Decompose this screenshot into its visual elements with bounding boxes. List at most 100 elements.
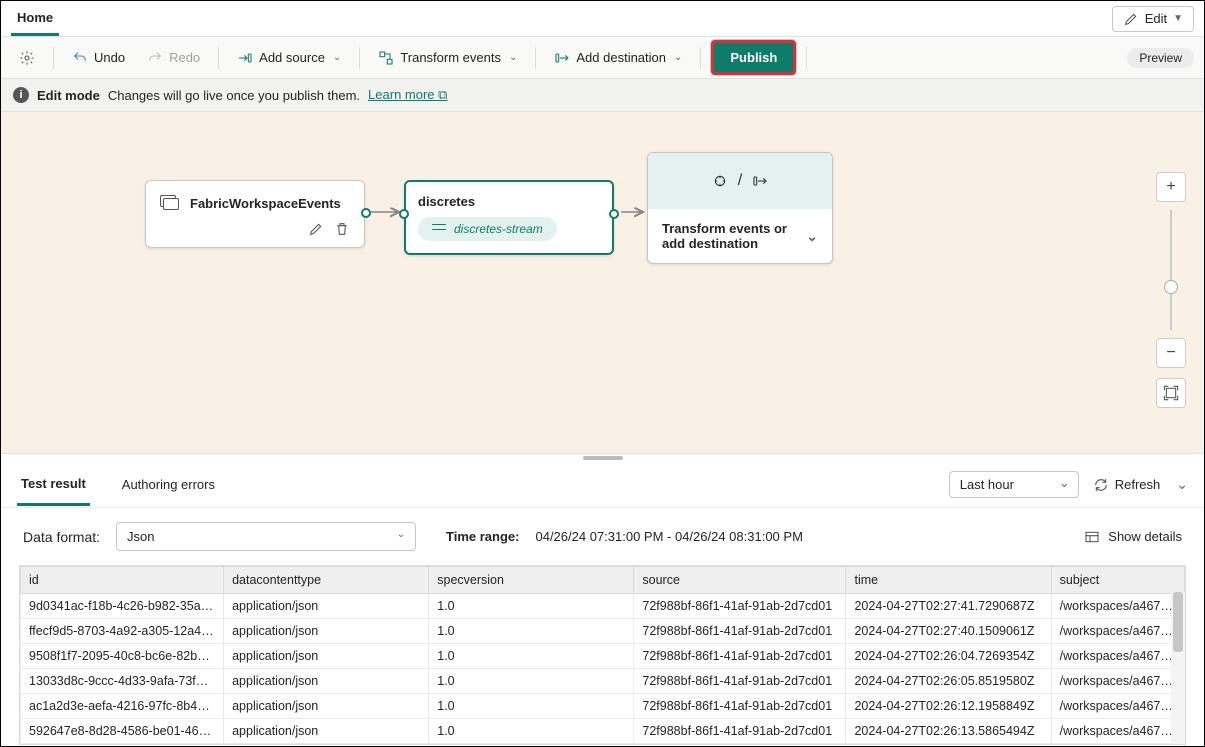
cell-src: 72f988bf-86f1-41af-91ab-2d7cd01	[634, 694, 846, 719]
output-port[interactable]	[361, 208, 371, 218]
data-format-value: Json	[127, 529, 154, 544]
results-grid[interactable]: id datacontenttype specversion source ti…	[19, 565, 1186, 745]
cell-sub: /workspaces/a467253e	[1051, 669, 1184, 694]
pencil-icon[interactable]	[308, 221, 324, 237]
undo-label: Undo	[94, 50, 125, 65]
col-subject[interactable]: subject	[1051, 567, 1184, 594]
col-id[interactable]: id	[21, 567, 224, 594]
cell-sv: 1.0	[429, 619, 634, 644]
output-port[interactable]	[609, 209, 619, 219]
cell-time: 2024-04-27T02:26:04.7269354Z	[846, 644, 1051, 669]
learn-more-link[interactable]: Learn more ⧉	[368, 87, 447, 103]
refresh-button[interactable]: Refresh	[1093, 477, 1161, 493]
table-row[interactable]: 13033d8c-9ccc-4d33-9afa-73f5c95applicati…	[21, 669, 1185, 694]
time-range-dropdown[interactable]: Last hour	[949, 471, 1079, 498]
settings-button[interactable]	[11, 44, 43, 72]
col-src[interactable]: source	[634, 567, 846, 594]
edit-button[interactable]: Edit ▼	[1112, 6, 1194, 32]
tab-test-result[interactable]: Test result	[17, 464, 90, 506]
stream-pill[interactable]: discretes-stream	[418, 217, 557, 241]
node-destination-placeholder[interactable]: / Transform events or add destination ⌄	[647, 152, 833, 264]
grid-scrollbar[interactable]	[1171, 592, 1185, 744]
table-row[interactable]: ac1a2d3e-aefa-4216-97fc-8b43d70applicati…	[21, 694, 1185, 719]
chevron-down-icon: ⌄	[509, 52, 517, 63]
table-row[interactable]: 9508f1f7-2095-40c8-bc6e-82bc942applicati…	[21, 644, 1185, 669]
external-link-icon: ⧉	[438, 87, 447, 102]
add-destination-button[interactable]: Add destination ⌄	[546, 44, 690, 72]
publish-button[interactable]: Publish	[711, 40, 796, 75]
cell-src: 72f988bf-86f1-41af-91ab-2d7cd01	[634, 644, 846, 669]
transform-icon	[378, 50, 394, 66]
trash-icon[interactable]	[334, 221, 350, 237]
cell-sub: /workspaces/a467253e	[1051, 719, 1184, 744]
input-port[interactable]	[399, 209, 409, 219]
cell-dct: application/json	[224, 594, 429, 619]
node-destination-label: Transform events or add destination	[662, 221, 802, 251]
edit-label: Edit	[1145, 11, 1167, 26]
table-row[interactable]: 592647e8-8d28-4586-be01-46df52applicatio…	[21, 719, 1185, 744]
data-format-select[interactable]: Json ⌄	[116, 522, 416, 551]
cell-dct: application/json	[224, 619, 429, 644]
cell-dct: application/json	[224, 694, 429, 719]
design-canvas[interactable]: FabricWorkspaceEvents discretes discrete…	[1, 112, 1204, 454]
add-source-label: Add source	[259, 50, 325, 65]
cell-time: 2024-04-27T02:27:40.1509061Z	[846, 619, 1051, 644]
scrollbar-thumb[interactable]	[1173, 592, 1183, 652]
transform-icon	[712, 173, 728, 189]
table-row[interactable]: 9d0341ac-f18b-4c26-b982-35a1d1fapplicati…	[21, 594, 1185, 619]
zoom-thumb[interactable]	[1164, 280, 1178, 294]
chevron-down-icon: ⌄	[333, 52, 341, 63]
zoom-slider[interactable]	[1170, 210, 1172, 330]
workspace-events-icon	[160, 195, 180, 211]
redo-label: Redo	[169, 50, 200, 65]
panel-splitter[interactable]	[1, 454, 1204, 462]
col-time[interactable]: time	[846, 567, 1051, 594]
cell-id: ac1a2d3e-aefa-4216-97fc-8b43d70	[21, 694, 224, 719]
col-sv[interactable]: specversion	[429, 567, 634, 594]
tab-home[interactable]: Home	[11, 2, 59, 36]
zoom-out-button[interactable]: −	[1156, 338, 1186, 368]
cell-src: 72f988bf-86f1-41af-91ab-2d7cd01	[634, 619, 846, 644]
cell-id: ffecf9d5-8703-4a92-a305-12a423b	[21, 619, 224, 644]
refresh-label: Refresh	[1115, 477, 1161, 492]
time-range-value: 04/26/24 07:31:00 PM - 04/26/24 08:31:00…	[535, 529, 802, 544]
table-row[interactable]: ffecf9d5-8703-4a92-a305-12a423bapplicati…	[21, 619, 1185, 644]
time-range-label: Time range:	[446, 529, 519, 544]
cell-sub: /workspaces/a467253e	[1051, 619, 1184, 644]
stream-icon	[432, 224, 446, 234]
cell-sub: /workspaces/a467253e	[1051, 594, 1184, 619]
undo-button[interactable]: Undo	[64, 44, 133, 72]
redo-icon	[147, 50, 163, 66]
info-mode: Edit mode	[37, 88, 100, 103]
cell-src: 72f988bf-86f1-41af-91ab-2d7cd01	[634, 594, 846, 619]
cell-sv: 1.0	[429, 694, 634, 719]
destination-out-icon	[752, 173, 768, 189]
tab-authoring-errors[interactable]: Authoring errors	[118, 465, 219, 504]
chevron-down-icon[interactable]: ⌄	[806, 228, 818, 245]
cell-src: 72f988bf-86f1-41af-91ab-2d7cd01	[634, 669, 846, 694]
cell-dct: application/json	[224, 644, 429, 669]
transform-events-button[interactable]: Transform events ⌄	[370, 44, 525, 72]
node-source[interactable]: FabricWorkspaceEvents	[145, 180, 365, 248]
stream-name: discretes-stream	[454, 222, 543, 236]
add-destination-label: Add destination	[576, 50, 666, 65]
show-details-button[interactable]: Show details	[1084, 529, 1182, 545]
cell-id: 9508f1f7-2095-40c8-bc6e-82bc942	[21, 644, 224, 669]
add-source-button[interactable]: Add source ⌄	[229, 44, 349, 72]
fit-to-screen-button[interactable]	[1156, 378, 1186, 408]
col-dct[interactable]: datacontenttype	[224, 567, 429, 594]
node-transform[interactable]: discretes discretes-stream	[404, 180, 614, 255]
cell-time: 2024-04-27T02:27:41.7290687Z	[846, 594, 1051, 619]
zoom-in-button[interactable]: +	[1156, 172, 1186, 202]
details-icon	[1084, 529, 1100, 545]
cell-id: 13033d8c-9ccc-4d33-9afa-73f5c95	[21, 669, 224, 694]
cell-time: 2024-04-27T02:26:13.5865494Z	[846, 719, 1051, 744]
cell-time: 2024-04-27T02:26:05.8519580Z	[846, 669, 1051, 694]
cell-dct: application/json	[224, 719, 429, 744]
show-details-label: Show details	[1108, 529, 1182, 544]
cell-sv: 1.0	[429, 719, 634, 744]
slash: /	[738, 172, 742, 190]
chevron-down-icon[interactable]: ⌄	[1176, 476, 1188, 493]
cell-time: 2024-04-27T02:26:12.1958849Z	[846, 694, 1051, 719]
cell-id: 592647e8-8d28-4586-be01-46df52	[21, 719, 224, 744]
